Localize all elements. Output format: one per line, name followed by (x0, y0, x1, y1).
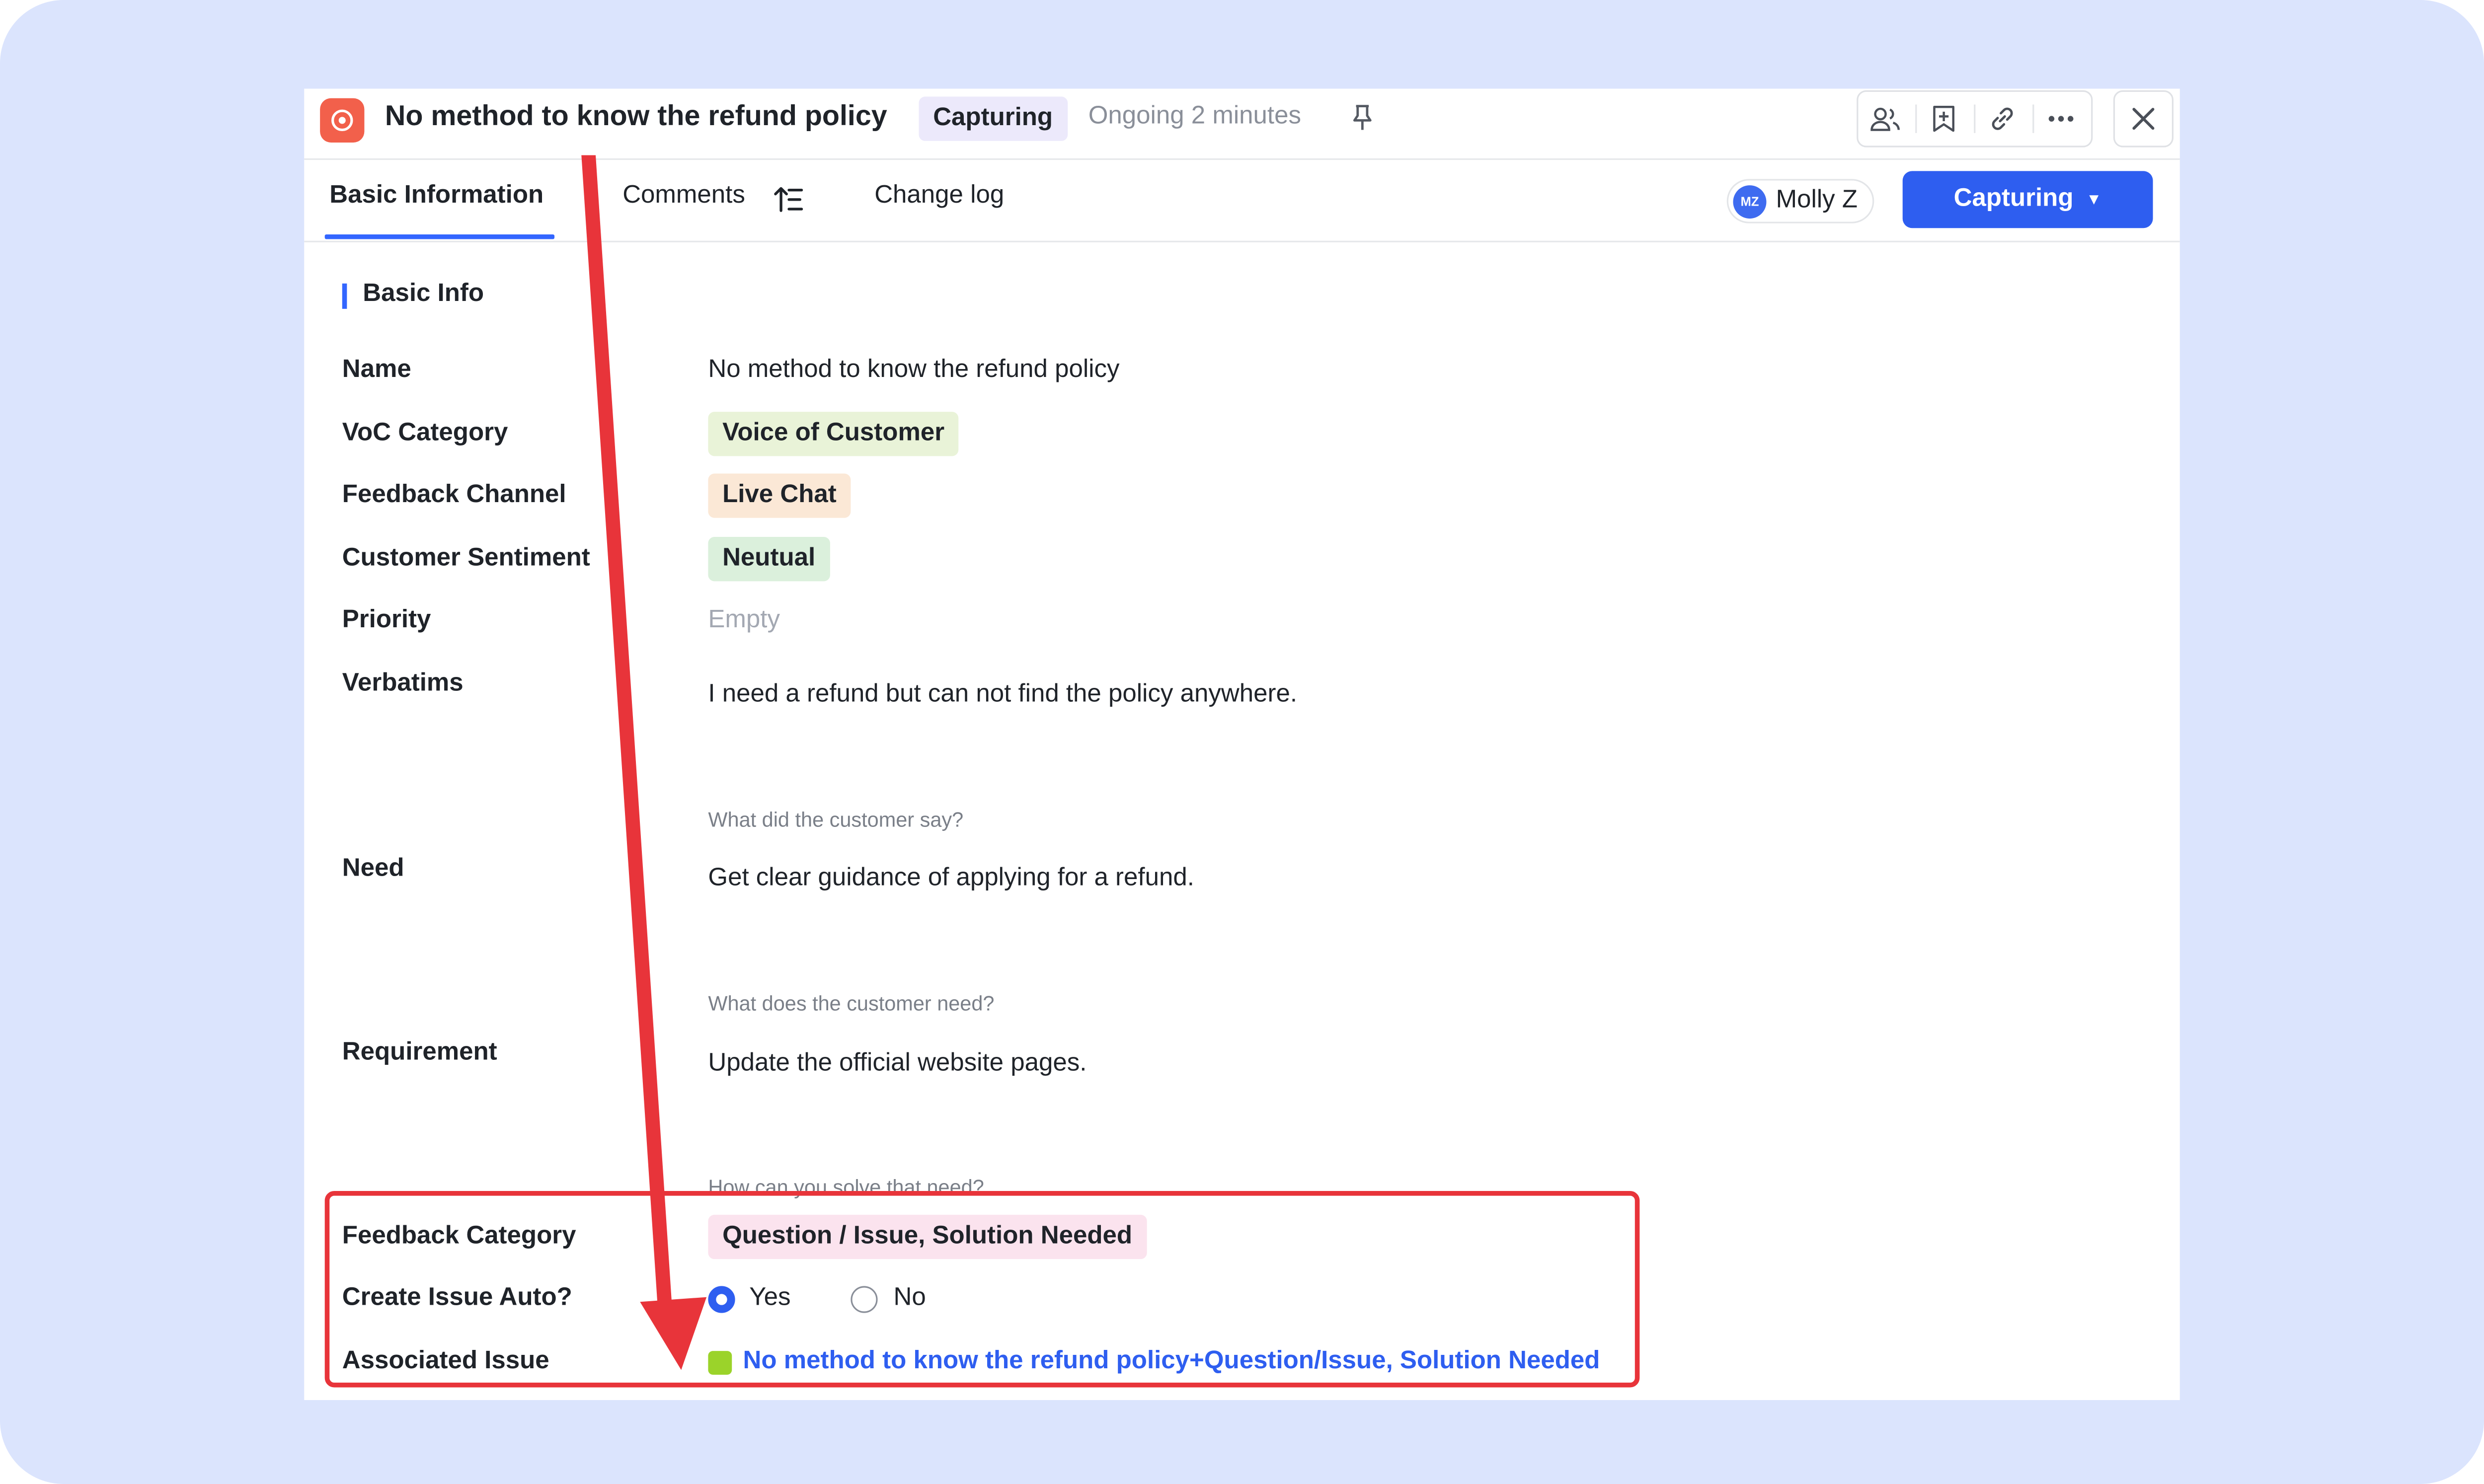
screenshot-stage: No method to know the refund policy Capt… (0, 0, 2484, 1484)
annotation-arrow (581, 155, 707, 1370)
